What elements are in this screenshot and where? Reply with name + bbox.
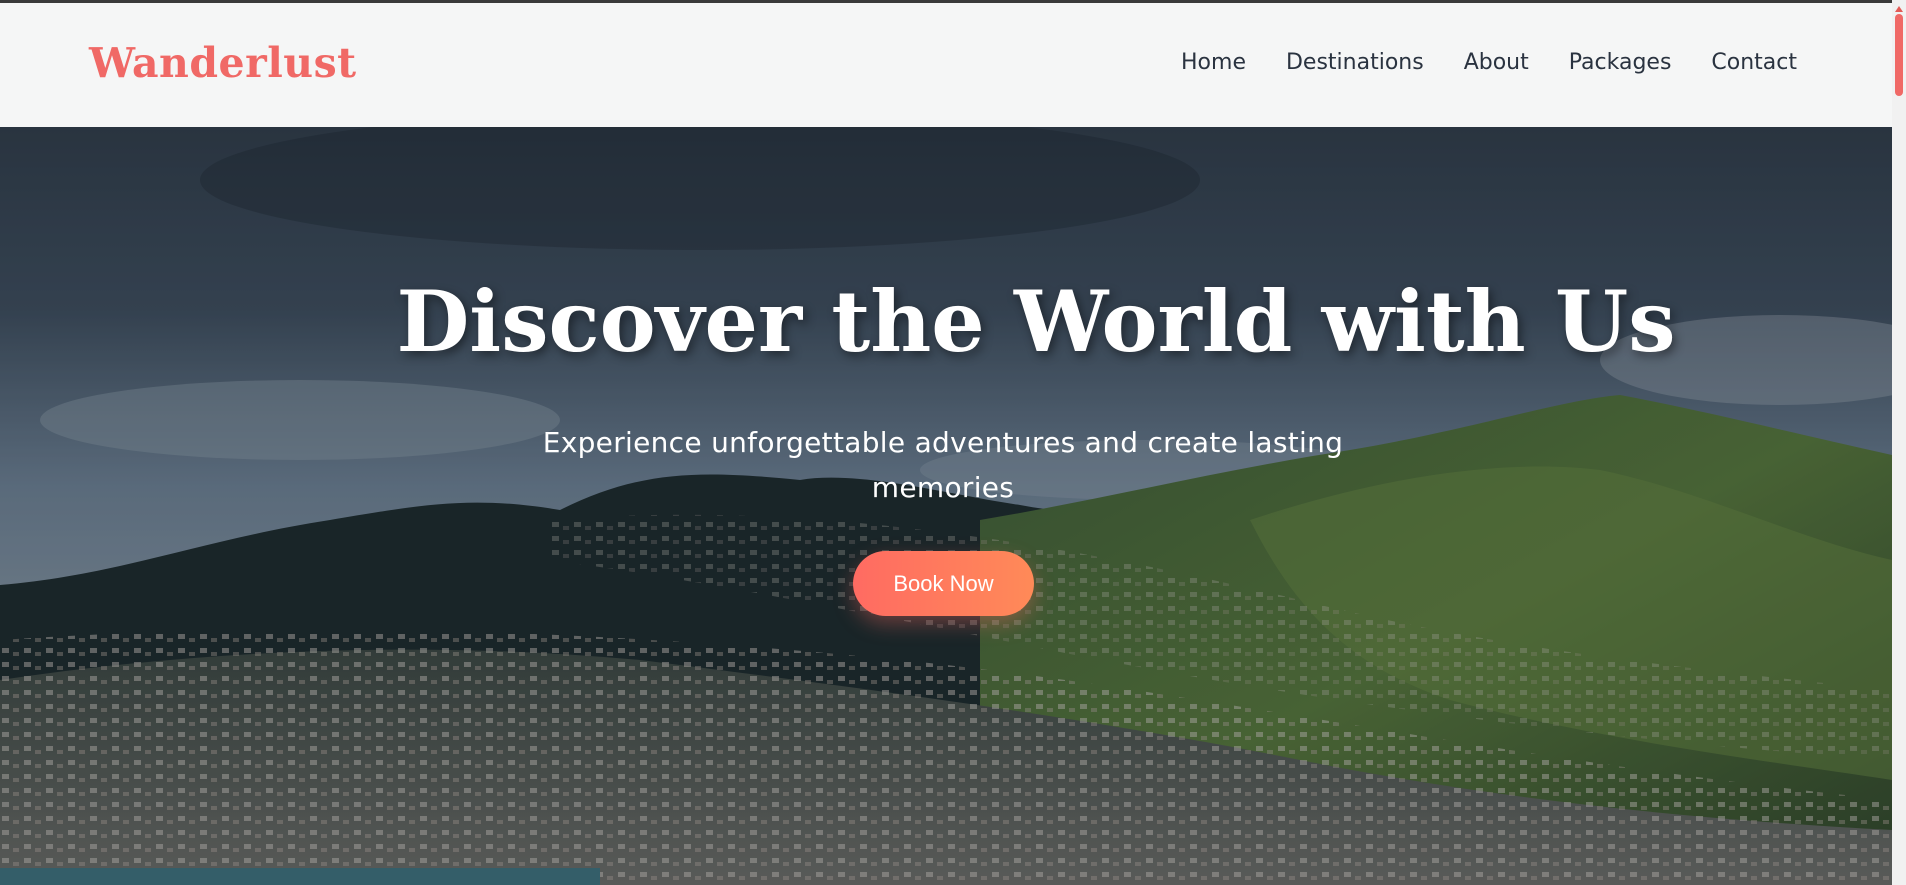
window-top-border <box>0 0 1906 3</box>
book-now-button[interactable]: Book Now <box>853 551 1034 616</box>
navbar: Wanderlust Home Destinations About Packa… <box>0 3 1892 127</box>
hero-subtitle: Experience unforgettable adventures and … <box>542 426 1344 504</box>
hero-title: Discover the World with Us <box>396 272 1676 371</box>
scrollbar-thumb[interactable] <box>1895 14 1903 96</box>
nav-link-about[interactable]: About <box>1464 50 1529 75</box>
hero-section: Discover the World with Us Experience un… <box>0 0 1892 885</box>
brand-logo[interactable]: Wanderlust <box>89 39 357 87</box>
nav-link-home[interactable]: Home <box>1181 50 1246 75</box>
nav-link-destinations[interactable]: Destinations <box>1286 50 1424 75</box>
nav-link-packages[interactable]: Packages <box>1569 50 1672 75</box>
vertical-scrollbar[interactable] <box>1892 0 1906 885</box>
nav-links: Home Destinations About Packages Contact <box>1181 50 1797 75</box>
nav-link-contact[interactable]: Contact <box>1711 50 1797 75</box>
scroll-up-arrow-icon[interactable] <box>1895 6 1903 12</box>
